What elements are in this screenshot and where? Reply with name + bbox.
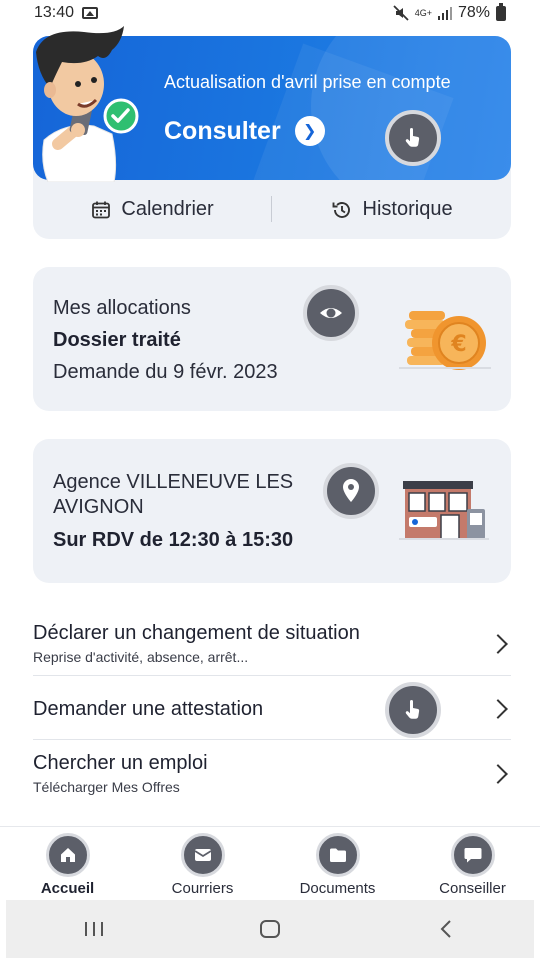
history-label: Historique [362,198,453,220]
declare-change-item[interactable]: Déclarer un changement de situation Repr… [33,610,511,676]
nav-advisor[interactable]: Conseiller [405,827,540,900]
location-pin-icon[interactable] [323,463,379,519]
chat-icon [450,833,495,877]
coins-illustration: € [399,311,491,370]
svg-text:€: € [450,332,466,357]
home-icon [45,833,90,877]
nav-label: Conseiller [439,880,506,897]
history-button[interactable]: Historique [331,198,453,221]
status-time: 13:40 [34,4,75,21]
allocations-date: Demande du 9 févr. 2023 [53,361,278,383]
divider [271,196,272,222]
back-button[interactable] [426,909,466,949]
consult-label: Consulter [164,116,281,145]
nav-mail[interactable]: Courriers [135,827,270,900]
mail-icon [180,833,225,877]
eye-icon[interactable] [303,285,359,341]
actions-list: Déclarer un changement de situation Repr… [33,610,511,806]
recent-apps-icon [85,922,103,936]
home-system-button[interactable] [250,909,290,949]
search-job-item[interactable]: Chercher un emploi Télécharger Mes Offre… [33,740,511,806]
request-certificate-item[interactable]: Demander une attestation [33,676,511,740]
back-arrow-icon [440,920,451,938]
nav-label: Courriers [171,880,234,897]
allocations-title: Mes allocations [53,297,191,319]
tap-hand-icon [385,682,441,738]
agency-name-line1: Agence VILLENEUVE LES [53,471,294,493]
bottom-navigation: Accueil Courriers Documents Conseiller [0,826,540,900]
gallery-notification-icon [82,7,99,19]
folder-icon [315,833,360,877]
nav-home[interactable]: Accueil [0,827,135,900]
arrow-right-icon: ❯ [294,116,325,146]
history-icon [332,201,350,218]
actualisation-status: Actualisation d'avril prise en compte [164,72,451,92]
battery-percent: 78% [457,4,490,21]
nav-documents[interactable]: Documents [270,827,405,900]
list-item-title: Déclarer un changement de situation [33,622,360,644]
home-square-icon [260,920,280,938]
network-type: 4G+ [414,7,432,18]
mute-icon [393,5,409,21]
signal-icon [437,7,452,20]
list-item-subtitle: Reprise d'activité, absence, arrêt... [33,649,249,665]
allocations-card[interactable]: Mes allocations Dossier traité Demande d… [33,267,511,411]
battery-icon [496,2,506,21]
calendar-icon [92,201,111,218]
consult-button[interactable]: Consulter ❯ [164,116,325,146]
agency-building-illustration [399,481,489,540]
recent-apps-button[interactable] [74,909,114,949]
tap-hand-icon [385,110,441,166]
calendar-label: Calendrier [121,198,214,220]
mascot-illustration [36,26,139,182]
nav-label: Documents [299,880,376,897]
calendar-button[interactable]: Calendrier [91,198,214,221]
system-navigation-bar [6,900,534,958]
nav-label: Accueil [40,880,95,897]
agency-schedule: Sur RDV de 12:30 à 15:30 [53,529,294,551]
list-item-subtitle: Télécharger Mes Offres [33,779,180,795]
list-item-title: Chercher un emploi [33,752,208,774]
agency-name-line2: AVIGNON [53,496,144,518]
allocations-status: Dossier traité [53,329,181,351]
agency-card[interactable]: Agence VILLENEUVE LES AVIGNON Sur RDV de… [33,439,511,583]
